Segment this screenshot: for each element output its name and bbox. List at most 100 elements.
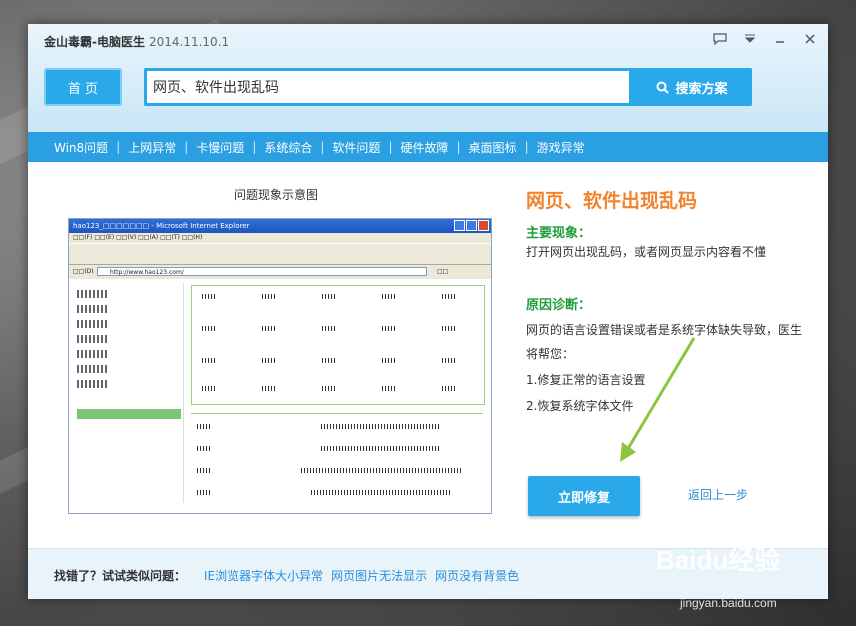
garbled-text	[382, 326, 396, 331]
garbled-text	[382, 358, 396, 363]
garbled-text	[77, 350, 107, 358]
ie-address-bar: □□(D) http://www.hao123.com/ □□	[69, 265, 491, 279]
garbled-text	[77, 365, 107, 373]
garbled-text	[382, 386, 396, 391]
nav-divider: |	[524, 140, 529, 154]
garbled-text	[442, 326, 456, 331]
garbled-text	[197, 424, 211, 429]
garbled-text	[197, 490, 211, 495]
app-title: 金山毒霸-电脑医生 2014.11.10.1	[44, 33, 229, 50]
window-controls	[708, 29, 822, 49]
ie-minimize-icon	[454, 220, 465, 231]
garbled-text	[262, 294, 276, 299]
category-nav: Win8问题 | 上网异常 | 卡慢问题 | 系统综合 | 软件问题 | 硬件故障 | 桌面…	[28, 132, 828, 162]
garbled-text	[202, 358, 216, 363]
garbled-text	[77, 290, 107, 298]
garbled-text	[77, 335, 107, 343]
similar-problems-label: 找错了？试试类似问题：	[54, 569, 187, 583]
problem-title: 网页、软件出现乱码	[526, 190, 698, 212]
pointer-arrow-icon	[620, 337, 696, 462]
garbled-text	[77, 305, 107, 313]
nav-divider: |	[116, 140, 121, 154]
garbled-text	[262, 326, 276, 331]
garbled-link-list	[191, 413, 483, 508]
garbled-text	[442, 386, 456, 391]
garbled-text	[77, 320, 107, 328]
similar-problem-link[interactable]: IE浏览器字体大小异常	[204, 567, 323, 584]
chat-bubble-icon[interactable]	[708, 29, 732, 49]
search-box: 搜索方案	[144, 68, 752, 106]
nav-divider: |	[456, 140, 461, 154]
nav-divider: |	[320, 140, 325, 154]
ie-menu-bar: □□(F) □□(E) □□(V) □□(A) □□(T) □□(H)	[69, 233, 491, 243]
ie-title: hao123_□□□□□□□ - Microsoft Internet Expl…	[73, 222, 250, 230]
baidu-watermark-url: jingyan.baidu.com	[680, 596, 777, 610]
similar-problem-link[interactable]: 网页图片无法显示	[331, 567, 427, 584]
symptom-heading: 主要现象：	[526, 226, 592, 241]
fix-now-button[interactable]: 立即修复	[528, 476, 640, 516]
ie-toolbar	[69, 243, 491, 265]
app-name: 金山毒霸-电脑医生	[44, 35, 145, 49]
baidu-watermark-logo: Baidu经验	[656, 545, 781, 575]
ie-page-content	[69, 279, 491, 513]
search-button[interactable]: 搜索方案	[632, 68, 752, 106]
nav-item-desktop[interactable]: 桌面图标	[469, 139, 517, 156]
ie-go: □□	[437, 268, 449, 275]
nav-item-win8[interactable]: Win8问题	[54, 139, 108, 156]
nav-item-game[interactable]: 游戏异常	[537, 139, 585, 156]
similar-problems-links: IE浏览器字体大小异常 网页图片无法显示 网页没有背景色	[204, 567, 519, 584]
garbled-text	[311, 490, 451, 495]
ie-close-icon	[478, 220, 489, 231]
garbled-tab-bar	[77, 409, 181, 419]
symptom-screenshot: hao123_□□□□□□□ - Microsoft Internet Expl…	[68, 218, 492, 514]
search-input[interactable]	[147, 71, 629, 103]
garbled-text	[262, 358, 276, 363]
nav-item-hardware[interactable]: 硬件故障	[400, 139, 448, 156]
garbled-link-grid	[191, 285, 485, 405]
garbled-text	[442, 358, 456, 363]
garbled-text	[77, 380, 107, 388]
garbled-text	[322, 326, 336, 331]
garbled-text	[442, 294, 456, 299]
app-version: 2014.11.10.1	[148, 35, 230, 49]
nav-item-internet[interactable]: 上网异常	[128, 139, 176, 156]
diagnosis-heading: 原因诊断：	[526, 298, 592, 313]
nav-divider: |	[184, 140, 189, 154]
garbled-text	[197, 468, 211, 473]
garbled-text	[202, 386, 216, 391]
app-window: 金山毒霸-电脑医生2014.11.10.1 首 页 搜索方案	[28, 24, 828, 599]
close-icon[interactable]	[798, 29, 822, 49]
home-button[interactable]: 首 页	[44, 68, 122, 106]
ie-url: http://www.hao123.com/	[97, 267, 427, 276]
title-bar: 金山毒霸-电脑医生2014.11.10.1 首 页 搜索方案	[28, 24, 828, 132]
ie-window-controls	[454, 220, 489, 231]
nav-item-slow[interactable]: 卡慢问题	[196, 139, 244, 156]
garbled-sidebar	[73, 283, 184, 503]
garbled-text	[202, 326, 216, 331]
nav-divider: |	[252, 140, 257, 154]
ie-address-label: □□(D)	[73, 268, 94, 275]
garbled-text	[322, 386, 336, 391]
garbled-text	[322, 358, 336, 363]
garbled-text	[322, 294, 336, 299]
garbled-text	[202, 294, 216, 299]
ie-title-bar: hao123_□□□□□□□ - Microsoft Internet Expl…	[69, 219, 491, 233]
ie-maximize-icon	[466, 220, 477, 231]
nav-divider: |	[388, 140, 393, 154]
garbled-text	[197, 446, 211, 451]
garbled-text	[321, 424, 441, 429]
garbled-text	[321, 446, 441, 451]
back-link[interactable]: 返回上一步	[688, 486, 748, 503]
nav-item-system[interactable]: 系统综合	[264, 139, 312, 156]
garbled-text	[301, 468, 461, 473]
preview-caption: 问题现象示意图	[234, 188, 319, 202]
nav-item-software[interactable]: 软件问题	[332, 139, 380, 156]
garbled-text	[262, 386, 276, 391]
dropdown-menu-icon[interactable]	[738, 29, 762, 49]
minimize-icon[interactable]	[768, 29, 792, 49]
similar-problem-link[interactable]: 网页没有背景色	[435, 567, 519, 584]
search-icon	[656, 81, 670, 94]
search-button-label: 搜索方案	[675, 81, 728, 97]
garbled-text	[382, 294, 396, 299]
symptom-text: 打开网页出现乱码，或者网页显示内容看不懂	[526, 245, 767, 259]
